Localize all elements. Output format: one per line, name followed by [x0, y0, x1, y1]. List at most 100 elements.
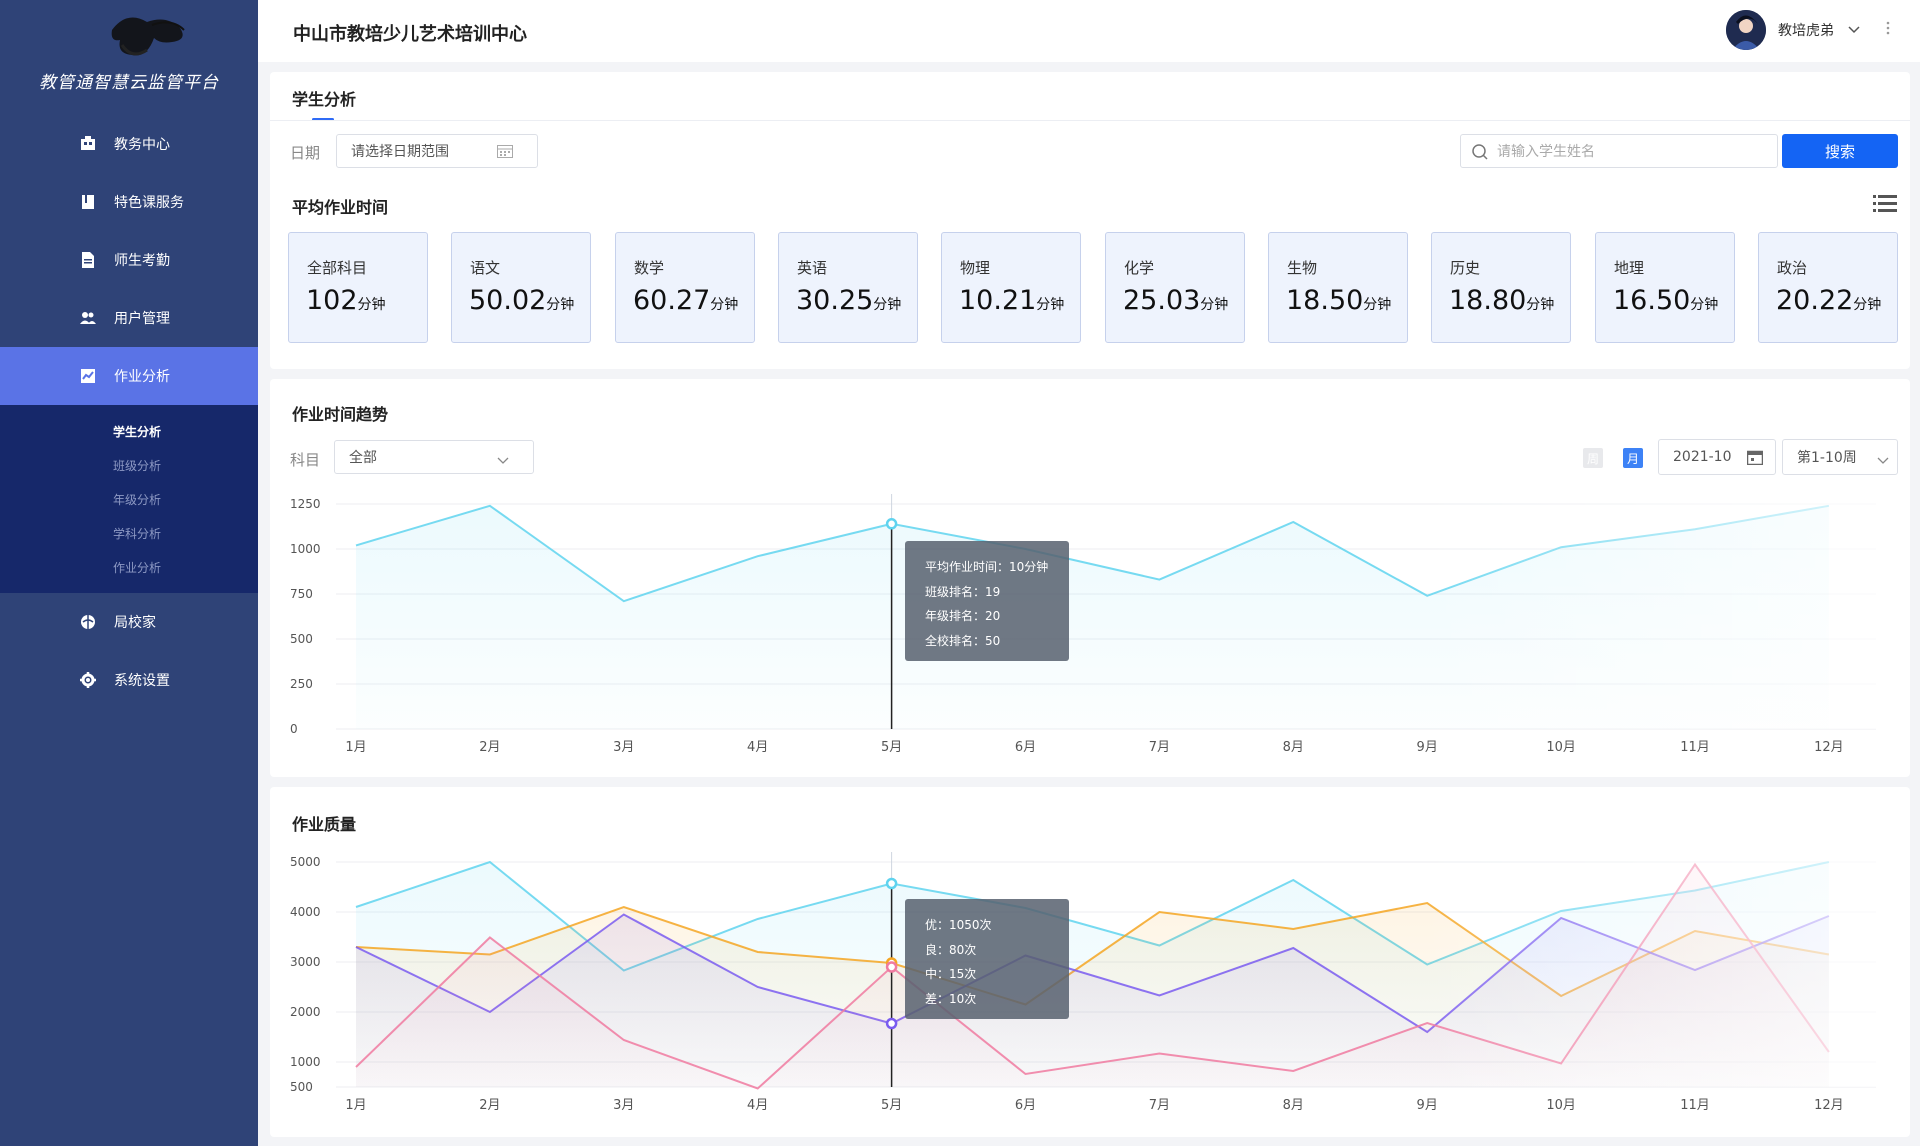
card-value: 20.22分钟 — [1776, 285, 1882, 316]
tab-divider — [270, 120, 1910, 121]
trend-tooltip: 平均作业时间：10分钟 班级排名：19 年级排名：20 全校排名：50 — [905, 541, 1069, 661]
subject-card-all[interactable]: 全部科目 102分钟 — [288, 232, 428, 343]
nav-item-bureau-school-home[interactable]: 局校家 — [0, 593, 258, 651]
tooltip-line: 优：1050次 — [925, 918, 992, 932]
card-value: 50.02分钟 — [469, 285, 575, 316]
x-tick-label: 3月 — [613, 1098, 634, 1113]
more-vertical-icon[interactable] — [1886, 21, 1890, 39]
sub-item-class-analysis[interactable]: 班级分析 — [0, 449, 258, 483]
x-tick-label: 9月 — [1417, 740, 1438, 755]
quality-tooltip: 优：1050次 良：80次 中：15次 差：10次 — [905, 899, 1069, 1019]
sidebar: 教管通智慧云监管平台 教务中心 特色课服务 师生考勤 用户管理 作业分析 学生分… — [0, 0, 258, 1146]
nav-label: 作业分析 — [114, 369, 170, 385]
quality-panel: 作业质量 500 1000 2000 3000 4000 5000 1月 2月 3月 4月 5月 6月… — [270, 787, 1910, 1137]
sub-item-subject-analysis[interactable]: 学科分析 — [0, 517, 258, 551]
date-label: 日期 — [290, 144, 321, 162]
org-title: 中山市教培少儿艺术培训中心 — [293, 24, 527, 45]
y-tick-label: 750 — [290, 587, 313, 601]
y-tick-label: 3000 — [290, 955, 321, 969]
list-view-icon[interactable] — [1873, 194, 1897, 218]
platform-name: 教管通智慧云监管平台 — [39, 73, 219, 93]
edge-fade — [1420, 492, 1888, 729]
gear-icon — [80, 672, 96, 688]
data-point-marker — [885, 518, 898, 530]
tab-student-analysis[interactable]: 学生分析 — [292, 86, 356, 110]
sub-item-student-analysis[interactable]: 学生分析 — [0, 415, 258, 449]
subject-card-math[interactable]: 数学 60.27分钟 — [615, 232, 755, 343]
tooltip-line: 差：10次 — [925, 991, 977, 1006]
sub-menu: 学生分析 班级分析 年级分析 学科分析 作业分析 — [0, 405, 258, 593]
x-tick-label: 8月 — [1283, 1098, 1304, 1113]
x-tick-label: 7月 — [1149, 1098, 1170, 1113]
card-subject: 物理 — [960, 259, 991, 277]
card-subject: 历史 — [1450, 259, 1481, 277]
student-search-input[interactable]: 请输入学生姓名 — [1460, 134, 1778, 168]
nav-item-academic[interactable]: 教务中心 — [0, 115, 258, 173]
x-tick-label: 11月 — [1680, 740, 1710, 755]
nav-item-system-settings[interactable]: 系统设置 — [0, 651, 258, 709]
subject-card-chinese[interactable]: 语文 50.02分钟 — [451, 232, 591, 343]
user-menu[interactable]: 教培虎弟 — [1726, 10, 1890, 50]
topbar: 中山市教培少儿艺术培训中心 教培虎弟 — [258, 0, 1920, 62]
date-range-picker[interactable]: 请选择日期范围 — [336, 134, 538, 168]
x-tick-label: 10月 — [1546, 1098, 1576, 1113]
y-tick-label: 1000 — [290, 542, 321, 556]
subject-card-history[interactable]: 历史 18.80分钟 — [1431, 232, 1571, 343]
sub-item-homework-analysis[interactable]: 作业分析 — [0, 551, 258, 585]
tooltip-line: 良：80次 — [925, 942, 977, 957]
sidebar-nav: 教务中心 特色课服务 师生考勤 用户管理 作业分析 学生分析 班级分析 年级分析… — [0, 115, 258, 709]
subject-card-chemistry[interactable]: 化学 25.03分钟 — [1105, 232, 1245, 343]
users-icon — [80, 310, 96, 326]
tooltip-line: 平均作业时间：10分钟 — [925, 560, 1049, 574]
subject-card-physics[interactable]: 物理 10.21分钟 — [941, 232, 1081, 343]
subject-card-biology[interactable]: 生物 18.50分钟 — [1268, 232, 1408, 343]
nav-label: 特色课服务 — [114, 195, 184, 211]
book-icon — [80, 194, 96, 210]
nav-item-user-management[interactable]: 用户管理 — [0, 289, 258, 347]
x-tick-label: 11月 — [1680, 1098, 1710, 1113]
subject-card-english[interactable]: 英语 30.25分钟 — [778, 232, 918, 343]
data-point-marker — [885, 961, 898, 973]
y-tick-label: 250 — [290, 677, 313, 691]
x-tick-label: 9月 — [1417, 1098, 1438, 1113]
card-value: 102分钟 — [306, 285, 386, 316]
y-tick-label: 500 — [290, 632, 313, 646]
nav-item-homework-analysis[interactable]: 作业分析 — [0, 347, 258, 405]
logo-icon — [111, 17, 185, 56]
search-button[interactable]: 搜索 — [1782, 134, 1898, 168]
card-value: 16.50分钟 — [1613, 285, 1719, 316]
tooltip-line: 全校排名：50 — [925, 633, 1001, 648]
chevron-down-icon[interactable] — [1848, 22, 1860, 38]
x-tick-label: 6月 — [1015, 740, 1036, 755]
y-tick-label: 1000 — [290, 1055, 321, 1069]
quality-chart[interactable]: 500 1000 2000 3000 4000 5000 1月 2月 3月 4月 5月 6月 7月 8月 9… — [270, 787, 1910, 1137]
sub-item-grade-analysis[interactable]: 年级分析 — [0, 483, 258, 517]
card-subject: 英语 — [797, 259, 828, 277]
nav-label: 系统设置 — [114, 673, 170, 689]
x-tick-label: 5月 — [881, 740, 902, 755]
card-subject: 化学 — [1124, 259, 1155, 277]
x-tick-label: 8月 — [1283, 740, 1304, 755]
card-value: 18.50分钟 — [1286, 285, 1392, 316]
nav-label: 局校家 — [114, 615, 156, 631]
date-placeholder: 请选择日期范围 — [351, 144, 449, 160]
edge-fade — [1420, 850, 1888, 1087]
avatar[interactable] — [1726, 10, 1766, 50]
search-placeholder: 请输入学生姓名 — [1497, 144, 1595, 160]
card-value: 60.27分钟 — [633, 285, 739, 316]
y-tick-label: 500 — [290, 1080, 313, 1094]
x-tick-label: 5月 — [881, 1098, 902, 1113]
nav-item-attendance[interactable]: 师生考勤 — [0, 231, 258, 289]
student-analysis-panel: 学生分析 日期 请选择日期范围 请输入学生姓名 搜索 平均作业时间 全部科目 10… — [270, 72, 1910, 369]
x-tick-label: 4月 — [747, 740, 768, 755]
building-icon — [80, 136, 96, 152]
trend-panel: 作业时间趋势 科目 全部 周 月 2021-10 第1-10周 0 250 500 7… — [270, 379, 1910, 777]
trend-chart[interactable]: 0 250 500 750 1000 1250 1月 2月 3月 4月 5月 6月 7月 8月 9月 10月 1… — [270, 379, 1910, 777]
logo-area: 教管通智慧云监管平台 — [0, 0, 258, 115]
y-tick-label: 1250 — [290, 497, 321, 511]
card-subject: 政治 — [1777, 259, 1808, 277]
subject-card-geography[interactable]: 地理 16.50分钟 — [1595, 232, 1735, 343]
x-tick-label: 12月 — [1814, 1098, 1844, 1113]
subject-card-politics[interactable]: 政治 20.22分钟 — [1758, 232, 1898, 343]
nav-item-special-course[interactable]: 特色课服务 — [0, 173, 258, 231]
